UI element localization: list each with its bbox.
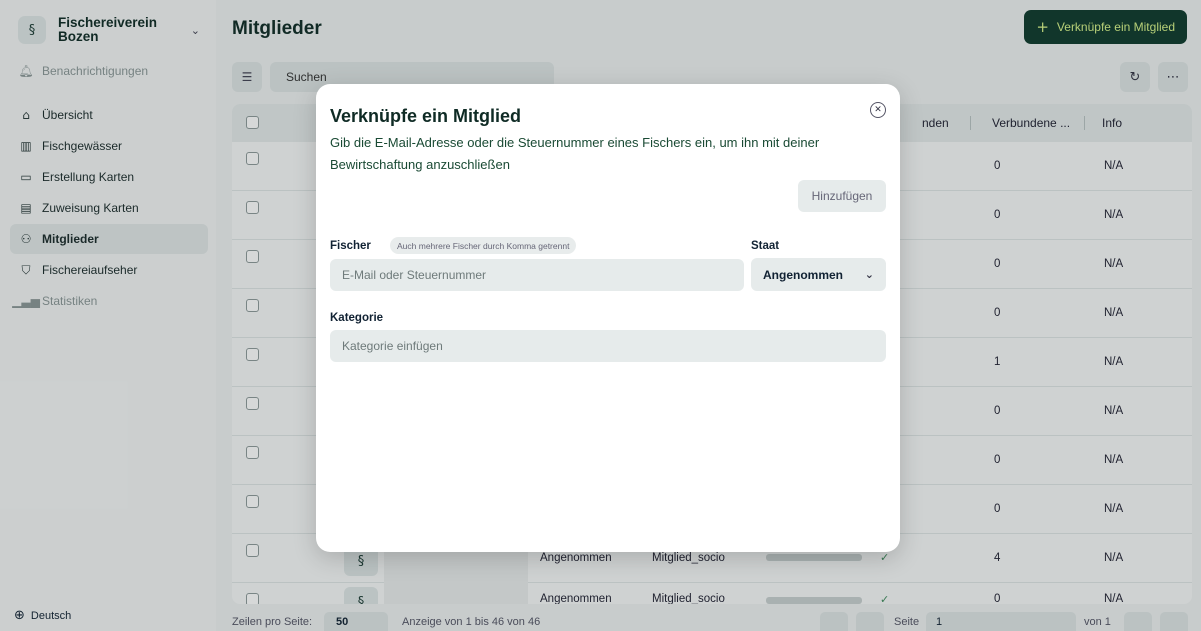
fischer-input[interactable]: E-Mail oder Steuernummer: [330, 259, 744, 291]
close-icon[interactable]: ✕: [870, 102, 886, 118]
kategorie-placeholder: Kategorie einfügen: [342, 339, 443, 353]
dialog-description: Gib die E-Mail-Adresse oder die Steuernu…: [330, 135, 820, 172]
fischer-label: Fischer: [330, 240, 371, 252]
staat-value: Angenommen: [763, 267, 844, 282]
fischer-hint-badge: Auch mehrere Fischer durch Komma getrenn…: [390, 237, 577, 254]
fischer-placeholder: E-Mail oder Steuernummer: [342, 268, 487, 282]
chevron-down-icon: ⌄: [864, 268, 874, 281]
dialog-title: Verknüpfe ein Mitglied: [330, 106, 522, 126]
add-button[interactable]: Hinzufügen: [798, 180, 886, 212]
staat-label: Staat: [751, 240, 780, 252]
staat-select[interactable]: Angenommen ⌄: [751, 258, 886, 291]
kategorie-label: Kategorie: [330, 312, 384, 324]
link-member-dialog: Verknüpfe ein Mitglied ✕ Gib die E-Mail-…: [316, 84, 900, 552]
kategorie-input[interactable]: Kategorie einfügen: [330, 330, 886, 362]
